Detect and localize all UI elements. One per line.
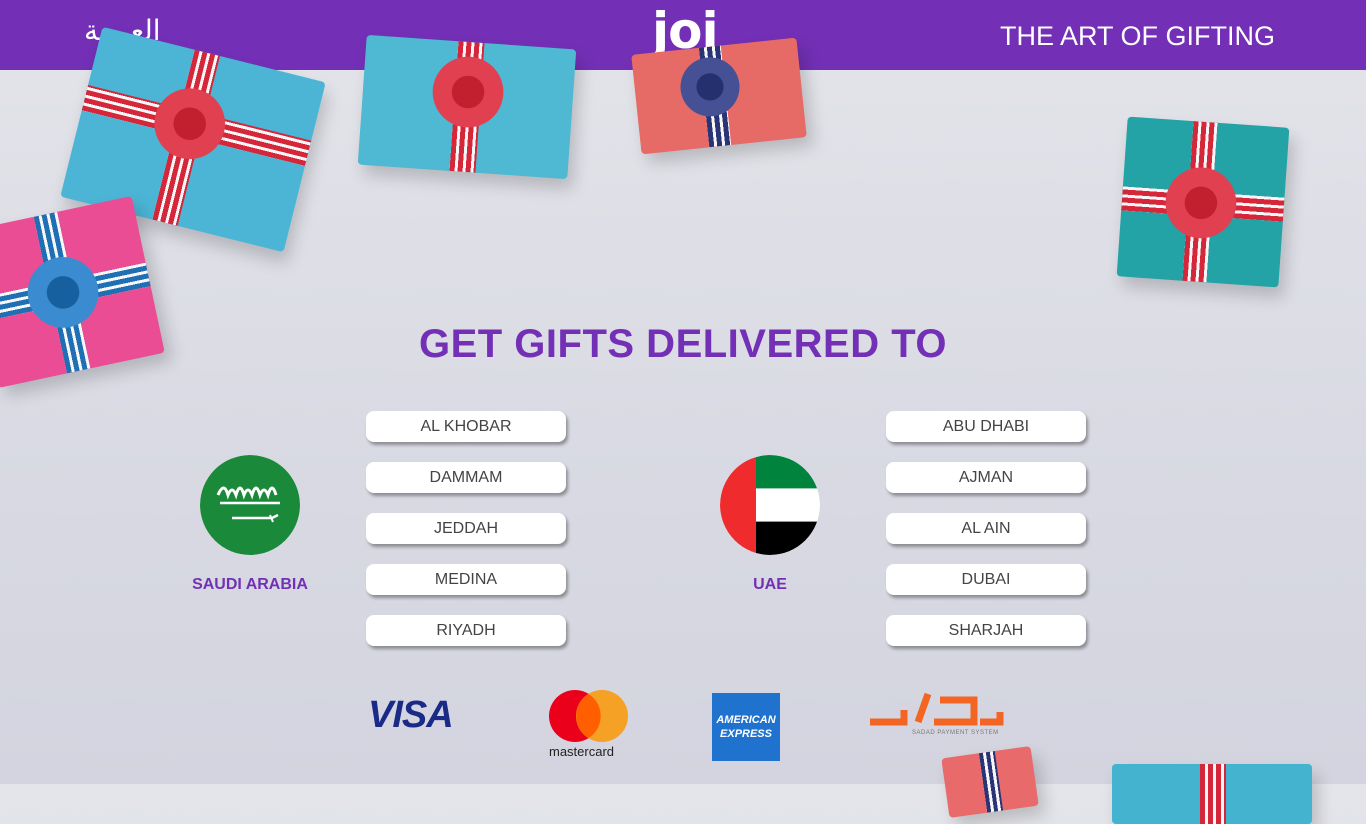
city-button-ajman[interactable]: AJMAN bbox=[886, 462, 1086, 493]
city-button-riyadh[interactable]: RIYADH bbox=[366, 615, 566, 646]
gift-box-blue-center bbox=[357, 34, 577, 180]
mastercard-logo: mastercard bbox=[546, 690, 636, 760]
country-name-uae[interactable]: UAE bbox=[670, 576, 870, 594]
uae-flag[interactable] bbox=[720, 455, 820, 555]
gift-box-red-center bbox=[631, 37, 807, 155]
american-express-logo: AMERICAN EXPRESS bbox=[712, 693, 780, 761]
gift-box-bottom-mid bbox=[941, 746, 1039, 818]
city-button-dammam[interactable]: DAMMAM bbox=[366, 462, 566, 493]
mastercard-wordmark: mastercard bbox=[549, 744, 615, 759]
city-button-al-ain[interactable]: AL AIN bbox=[886, 513, 1086, 544]
country-name-saudi-arabia[interactable]: SAUDI ARABIA bbox=[150, 576, 350, 594]
sadad-subtitle: SADAD PAYMENT SYSTEM bbox=[912, 730, 999, 736]
saudi-arabia-flag[interactable] bbox=[200, 455, 300, 555]
sadad-logo: SADAD PAYMENT SYSTEM bbox=[868, 692, 1008, 744]
city-button-al-khobar[interactable]: AL KHOBAR bbox=[366, 411, 566, 442]
city-button-jeddah[interactable]: JEDDAH bbox=[366, 513, 566, 544]
gift-box-bottom-right bbox=[1112, 764, 1312, 824]
city-button-medina[interactable]: MEDINA bbox=[366, 564, 566, 595]
amex-line-2: EXPRESS bbox=[720, 728, 772, 740]
visa-logo: VISA bbox=[368, 694, 454, 737]
amex-line-1: AMERICAN bbox=[716, 714, 776, 726]
page-title: GET GIFTS DELIVERED TO bbox=[418, 322, 948, 366]
visa-logo-text: VISA bbox=[368, 694, 454, 736]
tagline: THE ART OF GIFTING bbox=[1000, 21, 1276, 51]
city-button-dubai[interactable]: DUBAI bbox=[886, 564, 1086, 595]
city-button-abu-dhabi[interactable]: ABU DHABI bbox=[886, 411, 1086, 442]
city-button-sharjah[interactable]: SHARJAH bbox=[886, 615, 1086, 646]
gift-box-teal-right bbox=[1116, 116, 1290, 288]
